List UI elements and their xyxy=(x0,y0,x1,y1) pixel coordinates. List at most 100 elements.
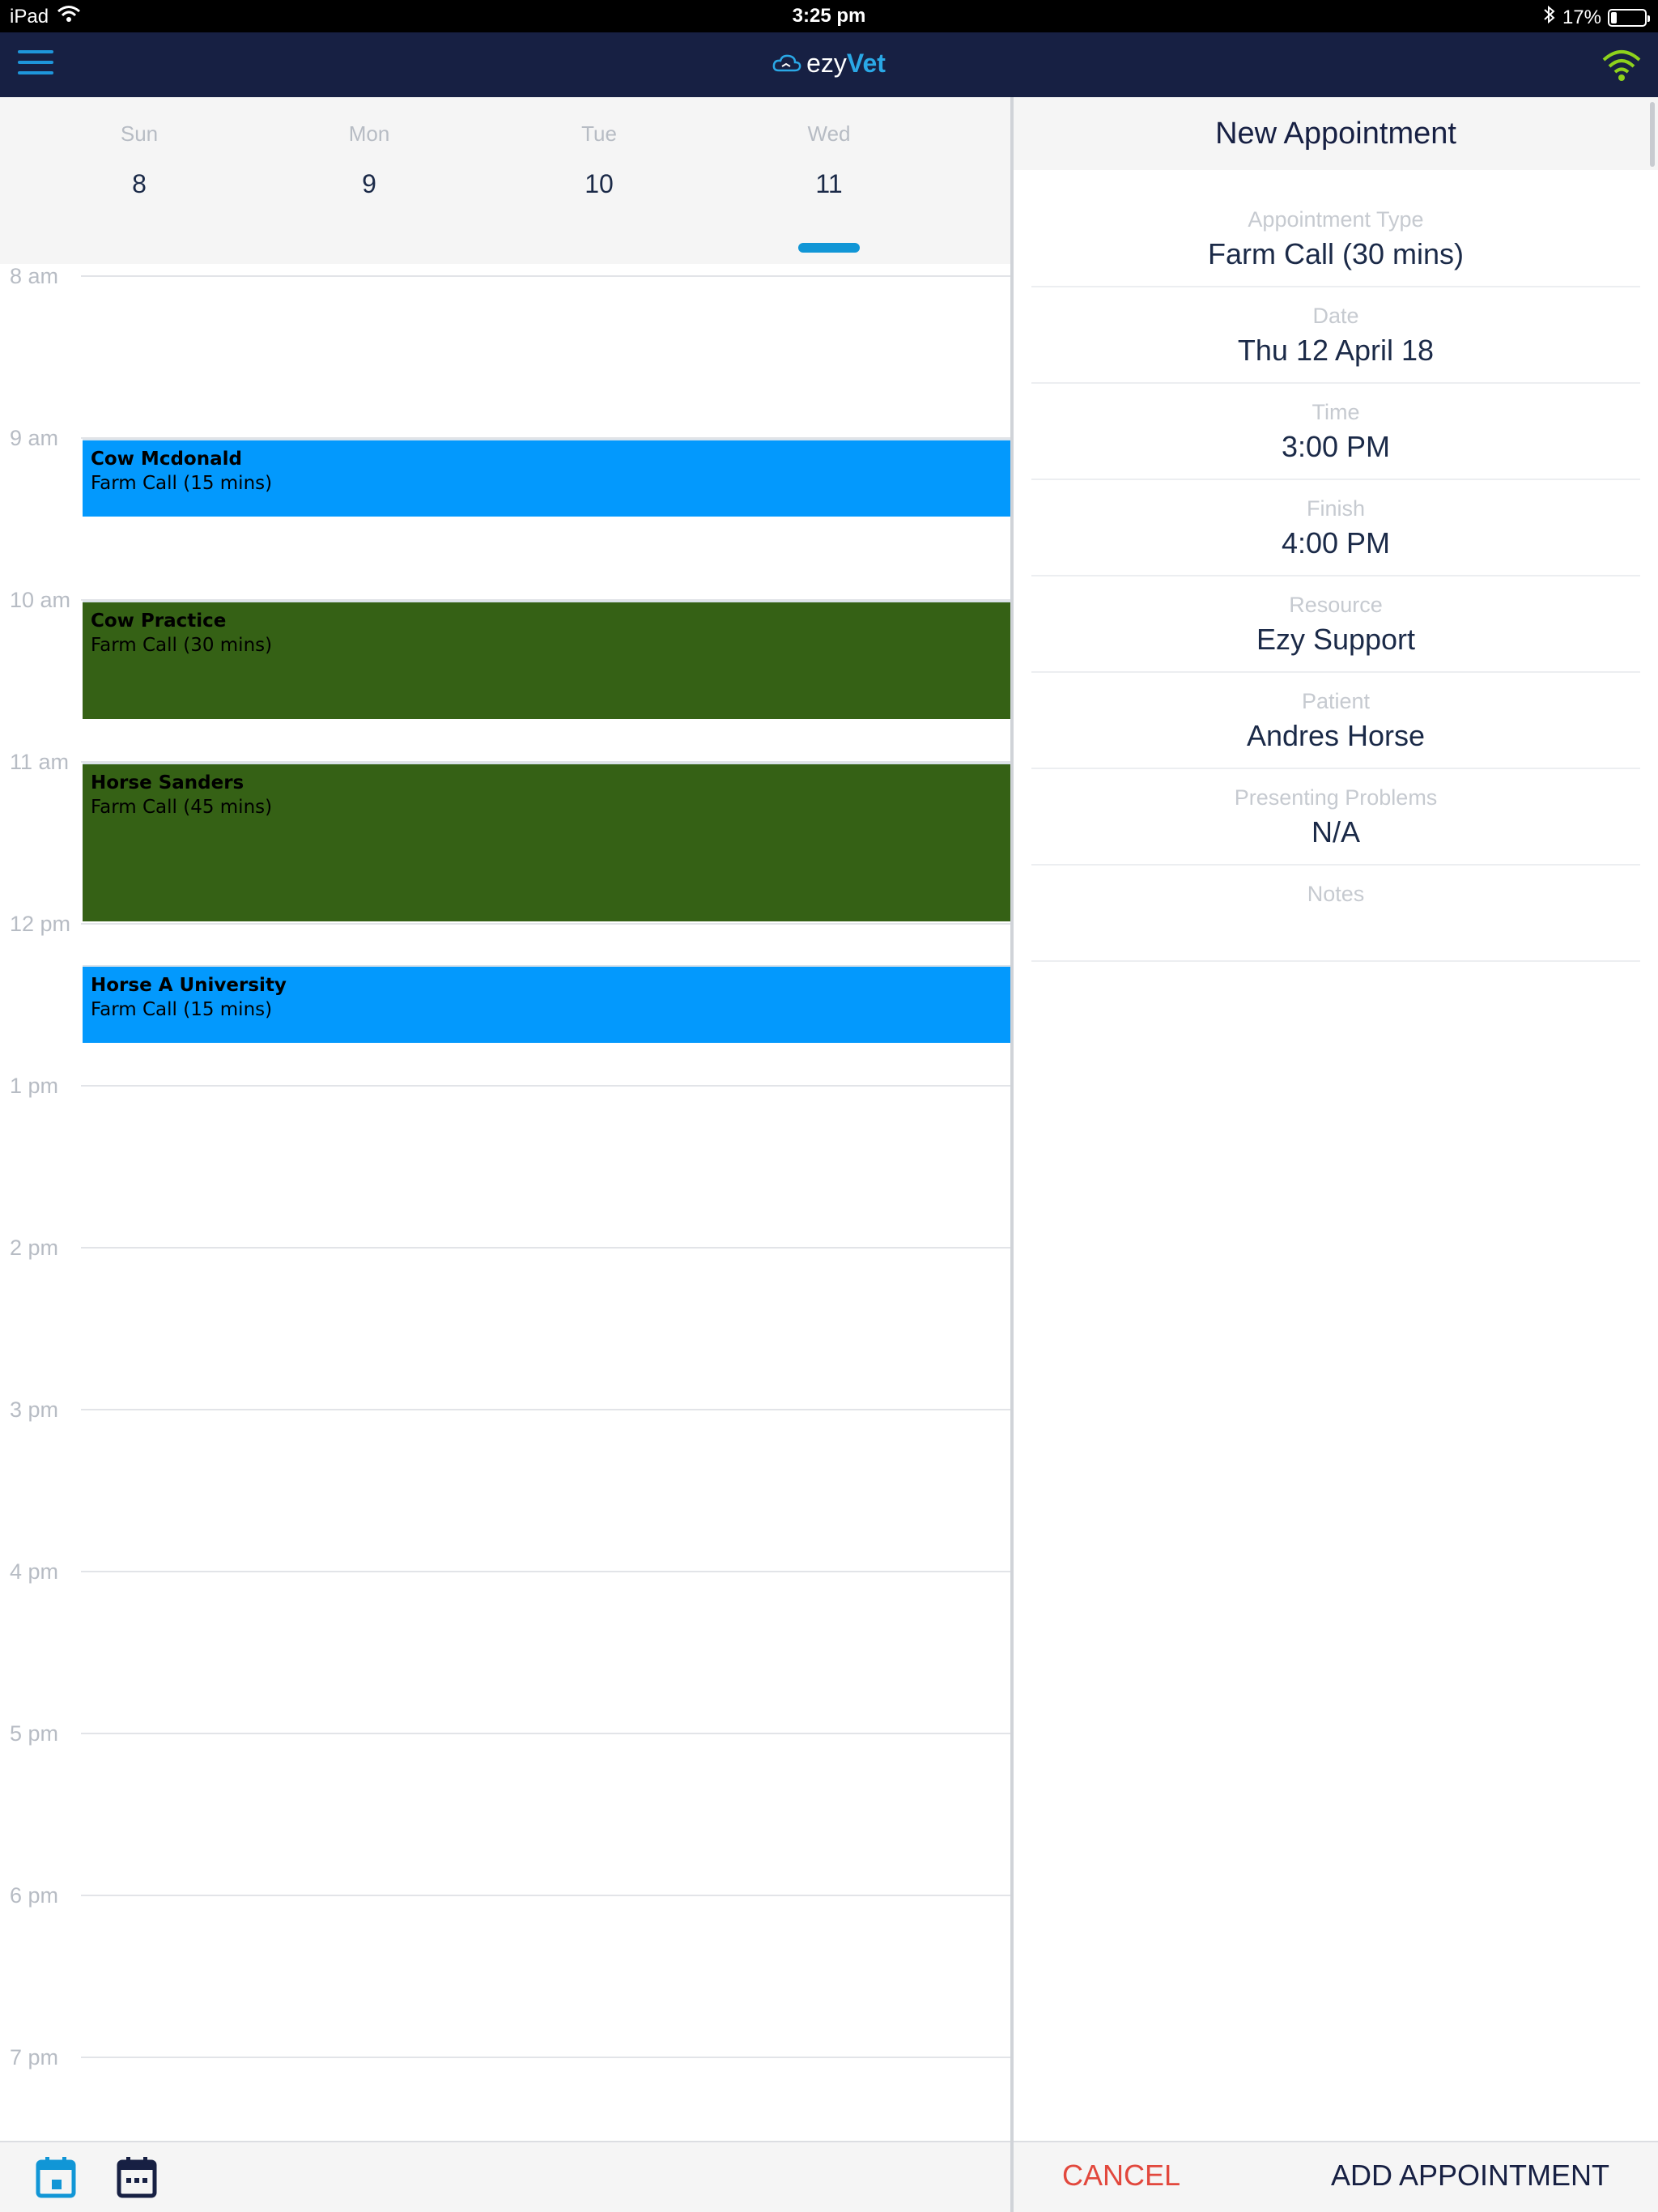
add-appointment-button[interactable]: ADD APPOINTMENT xyxy=(1331,2159,1609,2193)
hour-row: 8 am xyxy=(0,264,1010,434)
hour-label: 1 pm xyxy=(10,1074,59,1098)
day-column-mon[interactable]: Mon 9 xyxy=(304,121,434,199)
appointment-type: Farm Call (15 mins) xyxy=(91,473,273,494)
battery-percent: 17% xyxy=(1562,6,1601,28)
cancel-button[interactable]: CANCEL xyxy=(1062,2159,1180,2193)
day-column-tue[interactable]: Tue 10 xyxy=(534,121,664,199)
appointment-block[interactable]: Cow Mcdonald Farm Call (15 mins) xyxy=(83,439,1010,517)
hour-row: 4 pm xyxy=(0,1559,1010,1729)
appointment-name: Horse Sanders xyxy=(91,772,244,793)
battery-icon xyxy=(1608,8,1650,27)
field-value: Thu 12 April 18 xyxy=(1237,334,1435,367)
week-view-calendar-icon[interactable] xyxy=(117,2155,157,2199)
day-name: Wed xyxy=(807,121,851,146)
brand-suffix: Vet xyxy=(846,49,886,78)
appointment-block[interactable]: Horse A University Farm Call (15 mins) xyxy=(83,965,1010,1043)
day-header: Sun 8 Mon 9 Tue 10 Wed 11 xyxy=(0,97,1010,264)
connection-wifi-icon[interactable] xyxy=(1601,47,1642,83)
day-name: Mon xyxy=(348,121,390,146)
hour-row: 5 pm xyxy=(0,1721,1010,1891)
field-notes[interactable]: Notes xyxy=(1031,866,1640,962)
status-time: 3:25 pm xyxy=(792,5,866,27)
field-patient[interactable]: Patient Andres Horse xyxy=(1031,673,1640,769)
hour-row: 2 pm xyxy=(0,1236,1010,1406)
hour-label: 8 am xyxy=(10,264,59,288)
day-number: 8 xyxy=(132,169,147,198)
battery-fill xyxy=(1611,11,1617,23)
brand-logo: ezyVet xyxy=(0,49,1658,80)
hour-line xyxy=(81,923,1010,925)
appointment-name: Horse A University xyxy=(91,975,287,996)
brand-prefix: ezy xyxy=(806,49,847,78)
field-value: 3:00 PM xyxy=(1281,430,1391,463)
day-view-calendar-icon[interactable] xyxy=(36,2155,76,2199)
bluetooth-icon xyxy=(1543,5,1556,30)
hour-line xyxy=(81,1895,1010,1896)
hour-line xyxy=(81,1247,1010,1249)
hour-label: 2 pm xyxy=(10,1236,59,1260)
hour-label: 7 pm xyxy=(10,2045,59,2069)
appointment-block[interactable]: Horse Sanders Farm Call (45 mins) xyxy=(83,763,1010,921)
hour-label: 6 pm xyxy=(10,1883,59,1908)
app-header: ezyVet xyxy=(0,32,1658,97)
appointment-type: Farm Call (15 mins) xyxy=(91,999,273,1020)
new-appointment-form: New Appointment Appointment Type Farm Ca… xyxy=(1014,97,1658,2141)
field-label: Notes xyxy=(1307,882,1365,906)
appointment-type: Farm Call (30 mins) xyxy=(91,635,273,656)
hour-label: 4 pm xyxy=(10,1559,59,1584)
field-label: Time xyxy=(1312,400,1360,424)
hour-line xyxy=(81,275,1010,277)
field-presenting-problems[interactable]: Presenting Problems N/A xyxy=(1031,769,1640,866)
hour-row: 3 pm xyxy=(0,1397,1010,1568)
field-finish[interactable]: Finish 4:00 PM xyxy=(1031,480,1640,576)
form-header: New Appointment xyxy=(1014,97,1658,170)
appointment-block[interactable]: Cow Practice Farm Call (30 mins) xyxy=(83,601,1010,719)
hour-line xyxy=(81,1085,1010,1087)
form-title: New Appointment xyxy=(1215,117,1456,151)
field-value: Ezy Support xyxy=(1256,623,1416,656)
field-value: Andres Horse xyxy=(1246,719,1426,752)
status-right: 17% xyxy=(1543,5,1650,30)
hour-label: 10 am xyxy=(10,588,71,612)
hour-label: 5 pm xyxy=(10,1721,59,1746)
day-number: 9 xyxy=(362,169,376,198)
field-label: Appointment Type xyxy=(1248,207,1424,232)
form-actions: CANCEL ADD APPOINTMENT xyxy=(1014,2141,1658,2212)
day-name: Sun xyxy=(120,121,159,146)
hour-row: 7 pm xyxy=(0,2045,1010,2141)
field-value: 4:00 PM xyxy=(1281,526,1391,559)
field-appointment-type[interactable]: Appointment Type Farm Call (30 mins) xyxy=(1031,191,1640,287)
scrollbar[interactable] xyxy=(1650,102,1655,167)
hour-label: 9 am xyxy=(10,426,59,450)
field-time[interactable]: Time 3:00 PM xyxy=(1031,384,1640,480)
appointment-type: Farm Call (45 mins) xyxy=(91,797,273,818)
day-number: 11 xyxy=(815,169,843,198)
appointment-name: Cow Practice xyxy=(91,610,227,632)
day-column-sun[interactable]: Sun 8 xyxy=(74,121,204,199)
hour-line xyxy=(81,1409,1010,1410)
day-number: 10 xyxy=(585,169,614,198)
selected-day-indicator xyxy=(798,243,860,253)
cloud-logo-icon xyxy=(772,50,801,80)
calendar-pane[interactable]: Sun 8 Mon 9 Tue 10 Wed 11 8 am 9 am 10 a… xyxy=(0,97,1010,2141)
hour-line xyxy=(81,2057,1010,2058)
hour-line xyxy=(81,1733,1010,1734)
hour-label: 11 am xyxy=(10,750,70,774)
day-column-wed[interactable]: Wed 11 xyxy=(764,121,894,199)
appointment-name: Cow Mcdonald xyxy=(91,449,242,470)
calendar-toolbar xyxy=(0,2141,1010,2212)
day-name: Tue xyxy=(581,121,617,146)
hour-label: 12 pm xyxy=(10,912,71,936)
status-bar: iPad 3:25 pm 17% xyxy=(0,0,1658,32)
hour-row: 1 pm xyxy=(0,1074,1010,1244)
field-label: Date xyxy=(1312,304,1359,328)
hour-label: 3 pm xyxy=(10,1397,59,1422)
hour-row: 6 pm xyxy=(0,1883,1010,2053)
field-value: N/A xyxy=(1311,815,1360,849)
field-label: Resource xyxy=(1289,593,1383,617)
field-label: Presenting Problems xyxy=(1234,785,1438,810)
field-date[interactable]: Date Thu 12 April 18 xyxy=(1031,287,1640,384)
field-resource[interactable]: Resource Ezy Support xyxy=(1031,576,1640,673)
field-label: Patient xyxy=(1301,689,1371,713)
field-value: Farm Call (30 mins) xyxy=(1207,237,1465,270)
